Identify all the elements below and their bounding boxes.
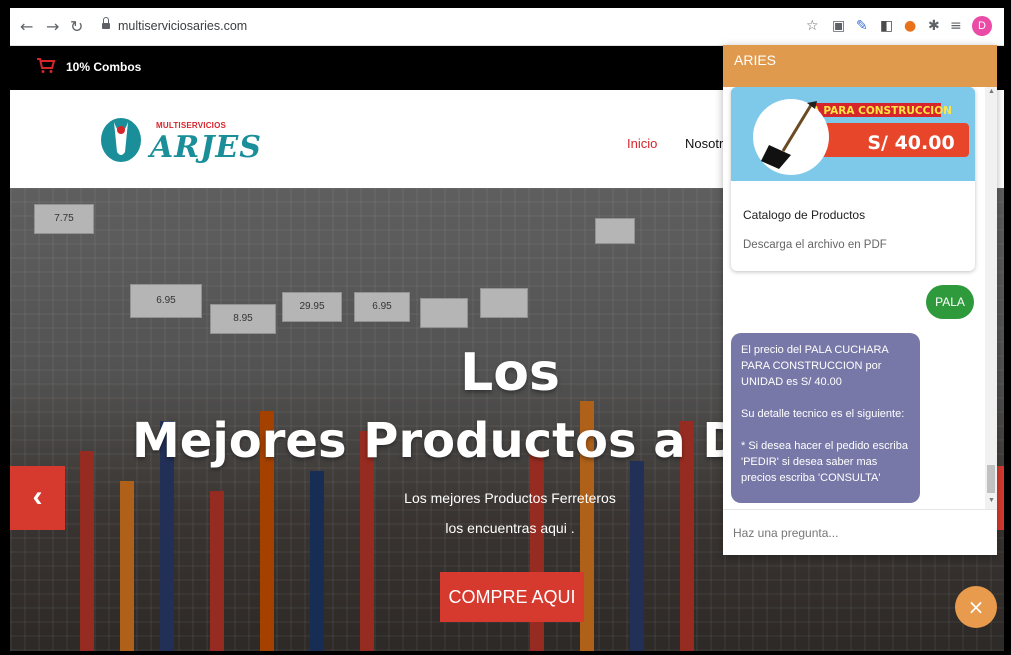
hero-subtitle-line2: los encuentras aqui . <box>445 520 575 536</box>
chat-title[interactable]: ARIES <box>723 45 997 87</box>
browser-toolbar: ← → ↻ multiserviciosaries.com ☆ ▣ ✎ ◧ ● … <box>10 8 1004 46</box>
chat-scrollbar[interactable]: ▲ ▼ <box>985 87 997 509</box>
scroll-thumb[interactable] <box>987 465 995 493</box>
hero-subtitle-line1: Los mejores Productos Ferreteros <box>404 490 616 506</box>
hero-title-line2: Mejores Productos a DE <box>132 413 776 469</box>
bot-message: El precio del PALA CUCHARA PARA CONSTRUC… <box>731 333 920 503</box>
extension-icon[interactable]: ▣ <box>832 18 845 34</box>
catalog-description[interactable]: Descarga el archivo en PDF <box>743 239 887 251</box>
cart-icon <box>37 58 56 73</box>
promo-text[interactable]: 10% Combos <box>66 60 141 74</box>
chat-input-area <box>723 509 997 555</box>
product-image[interactable]: PALA PARA CONSTRUCCION S/ 40.00 <box>731 87 975 181</box>
shop-now-button[interactable]: COMPRE AQUI <box>440 572 584 622</box>
bot-message-price: El precio del PALA CUCHARA PARA CONSTRUC… <box>741 344 889 388</box>
logo-subtitle: MULTISERVICIOS <box>156 121 227 130</box>
chat-widget: ARIES PALA PARA CONSTRUCCION S/ 40.00 Ca… <box>723 45 997 555</box>
profile-avatar[interactable]: D <box>972 16 992 36</box>
catalog-title: Catalogo de Productos <box>743 208 866 222</box>
lock-icon[interactable] <box>102 17 110 30</box>
chat-input[interactable] <box>733 523 973 543</box>
reading-list-icon[interactable]: ≡ <box>950 18 962 34</box>
address-bar[interactable]: multiserviciosaries.com <box>118 19 247 33</box>
scroll-down-icon[interactable]: ▼ <box>988 497 995 504</box>
bot-message-detail: Su detalle tecnico es el siguiente: <box>741 408 905 420</box>
carousel-prev-button[interactable]: ‹ <box>10 466 65 530</box>
fire-extension-icon[interactable]: ● <box>904 18 916 34</box>
extension-icon[interactable]: ◧ <box>880 18 893 34</box>
forward-icon[interactable]: → <box>46 17 59 36</box>
nav-inicio[interactable]: Inicio <box>627 136 657 151</box>
puzzle-icon[interactable]: ✱ <box>928 18 940 34</box>
catalog-card[interactable]: PALA PARA CONSTRUCCION S/ 40.00 Catalogo… <box>731 87 975 271</box>
star-icon[interactable]: ☆ <box>806 18 819 34</box>
browser-window: ← → ↻ multiserviciosaries.com ☆ ▣ ✎ ◧ ● … <box>10 8 1004 651</box>
logo-icon[interactable] <box>100 112 142 164</box>
user-message: PALA <box>926 285 974 319</box>
chat-close-button[interactable]: × <box>955 586 997 628</box>
image-price-text: S/ 40.00 <box>867 132 954 154</box>
pen-extension-icon[interactable]: ✎ <box>856 18 868 34</box>
back-icon[interactable]: ← <box>20 17 33 36</box>
bot-message-instructions: * Si desea hacer el pedido escriba 'PEDI… <box>741 440 908 484</box>
chat-messages[interactable]: PALA PARA CONSTRUCCION S/ 40.00 Catalogo… <box>723 87 997 509</box>
reload-icon[interactable]: ↻ <box>70 17 83 36</box>
logo-title[interactable]: ARJES <box>150 130 262 165</box>
scroll-up-icon[interactable]: ▲ <box>988 88 995 95</box>
